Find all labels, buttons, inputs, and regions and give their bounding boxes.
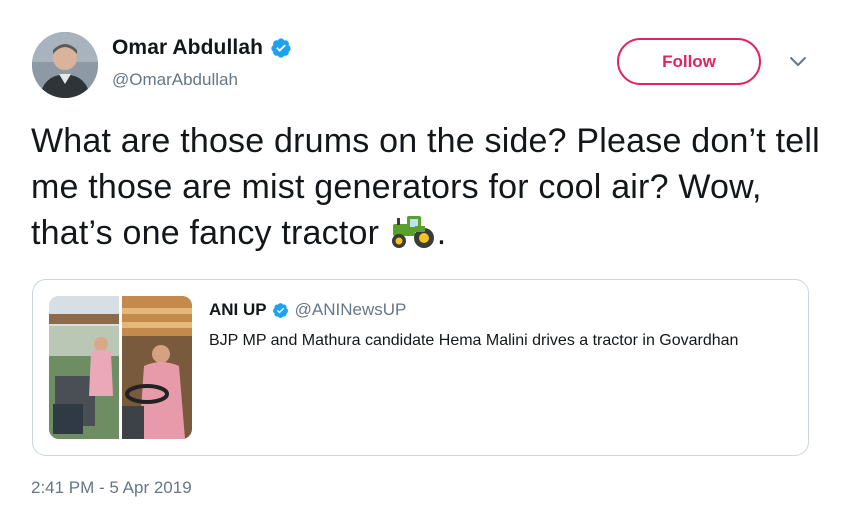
avatar-image <box>32 32 98 98</box>
quoted-tweet[interactable]: ANI UP @ANINewsUP BJP MP and Mathura can… <box>32 279 809 456</box>
quoted-tweet-header: ANI UP @ANINewsUP <box>209 300 406 320</box>
verified-badge-icon <box>271 38 291 58</box>
tweet-timestamp[interactable]: 2:41 PM - 5 Apr 2019 <box>31 478 192 498</box>
chevron-down-icon[interactable] <box>788 54 808 70</box>
tweet-text-end: . <box>436 214 447 252</box>
author-display-name[interactable]: Omar Abdullah <box>112 36 263 60</box>
follow-button[interactable]: Follow <box>617 38 761 85</box>
tractor-emoji-icon <box>391 216 434 248</box>
author-avatar[interactable] <box>32 32 98 98</box>
quoted-author-handle: @ANINewsUP <box>294 300 407 319</box>
author-handle[interactable]: @OmarAbdullah <box>112 70 238 90</box>
tractor-photo-image <box>49 296 192 439</box>
quoted-tweet-text: BJP MP and Mathura candidate Hema Malini… <box>209 332 739 349</box>
quoted-tweet-thumbnail[interactable] <box>49 296 192 439</box>
tweet-text: What are those drums on the side? Please… <box>31 118 821 256</box>
tweet-card: Omar Abdullah @OmarAbdullah Follow What … <box>0 0 850 513</box>
verified-badge-icon <box>272 302 288 318</box>
author-name-row[interactable]: Omar Abdullah <box>112 36 292 60</box>
quoted-author-name: ANI UP <box>209 300 267 319</box>
